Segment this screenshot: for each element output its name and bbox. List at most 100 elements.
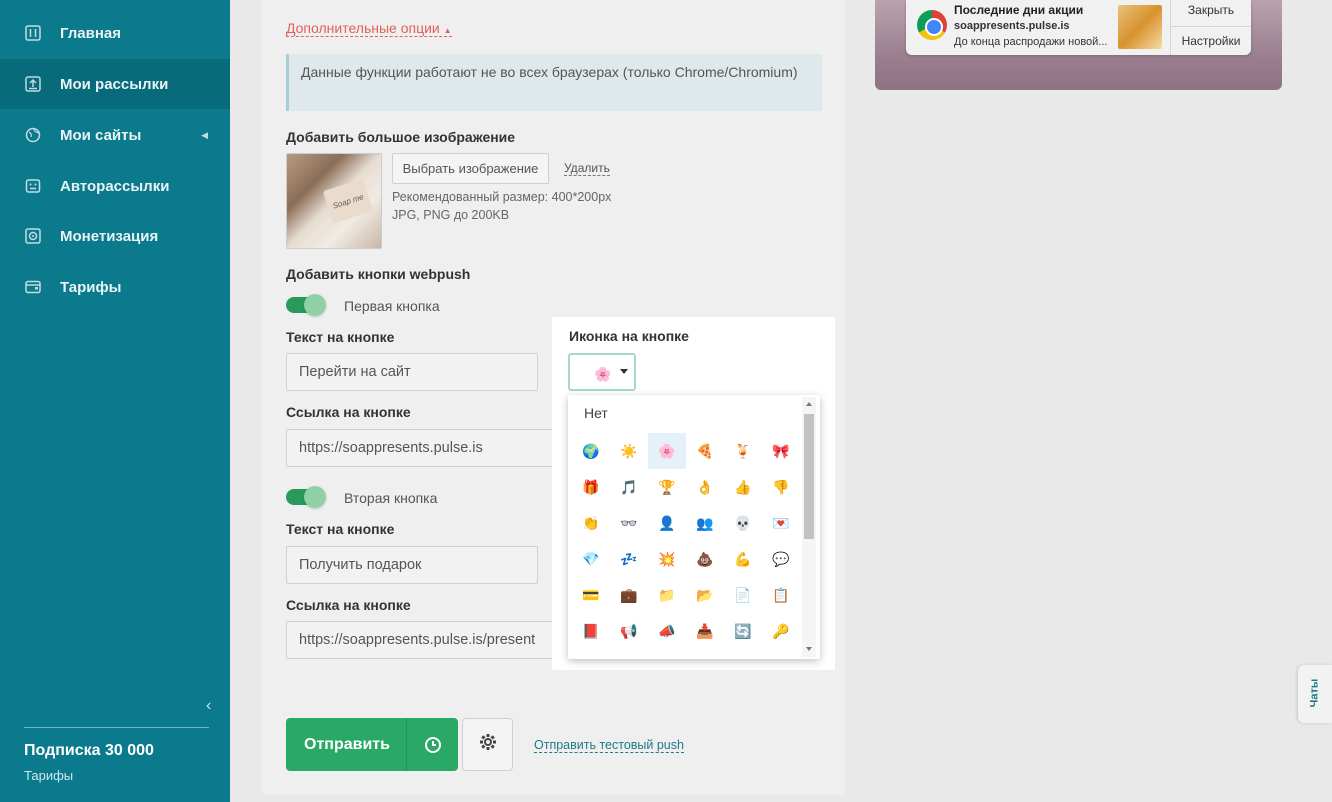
- emoji-option[interactable]: 💌: [762, 505, 800, 541]
- sidebar: Главная Мои рассылки Мои сайты ◀ Авторас…: [0, 0, 230, 802]
- notification-close-button[interactable]: Закрыть: [1172, 3, 1250, 17]
- second-button-text-input[interactable]: Получить подарок: [286, 546, 538, 584]
- wallet-icon: [24, 278, 42, 296]
- globe-icon: [24, 126, 42, 144]
- sidebar-item-tariffs[interactable]: Тарифы: [0, 262, 230, 312]
- emoji-option[interactable]: 🔑: [762, 613, 800, 649]
- first-button-text-input[interactable]: Перейти на сайт: [286, 353, 538, 391]
- send-button[interactable]: Отправить: [286, 718, 458, 771]
- emoji-option[interactable]: 💼: [610, 577, 648, 613]
- chats-label: Чаты: [1308, 678, 1321, 708]
- emoji-option[interactable]: 🍹: [724, 433, 762, 469]
- emoji-option[interactable]: 👎: [762, 469, 800, 505]
- emoji-option[interactable]: 📥: [686, 613, 724, 649]
- notification-title: Последние дни акции: [954, 3, 1084, 17]
- second-button-toggle[interactable]: [286, 486, 326, 508]
- emoji-option[interactable]: 🎀: [762, 433, 800, 469]
- notification-body: До конца распродажи новой...: [954, 36, 1108, 48]
- icon-option-none[interactable]: Нет: [584, 405, 608, 421]
- emoji-option[interactable]: 💬: [762, 541, 800, 577]
- notification-divider: [1170, 0, 1171, 55]
- scroll-up-icon[interactable]: [806, 402, 812, 406]
- notification-site: soappresents.pulse.is: [954, 20, 1070, 32]
- dropdown-scrollbar[interactable]: [802, 397, 816, 657]
- icon-picker-label: Иконка на кнопке: [569, 328, 689, 344]
- emoji-option[interactable]: 💀: [724, 505, 762, 541]
- choose-image-button[interactable]: Выбрать изображение: [392, 153, 549, 184]
- send-test-push-link[interactable]: Отправить тестовый push: [534, 738, 684, 753]
- scrollbar-thumb[interactable]: [804, 414, 814, 539]
- scroll-down-icon[interactable]: [806, 647, 812, 651]
- second-button-link-label: Ссылка на кнопке: [286, 597, 411, 613]
- sidebar-item-label: Авторассылки: [60, 177, 170, 195]
- sidebar-item-monetization[interactable]: Монетизация: [0, 211, 230, 261]
- emoji-option[interactable]: 🌸: [648, 433, 686, 469]
- emoji-option[interactable]: 🏆: [648, 469, 686, 505]
- first-button-text-label: Текст на кнопке: [286, 329, 395, 345]
- emoji-option[interactable]: 🍕: [686, 433, 724, 469]
- browser-notice: Данные функции работают не во всех брауз…: [286, 54, 822, 111]
- emoji-option[interactable]: 👓: [610, 505, 648, 541]
- emoji-option[interactable]: ☀️: [610, 433, 648, 469]
- emoji-option[interactable]: 🎁: [572, 469, 610, 505]
- sidebar-divider: [24, 727, 209, 728]
- emoji-option[interactable]: 👍: [724, 469, 762, 505]
- emoji-option[interactable]: 💪: [724, 541, 762, 577]
- delete-image-link[interactable]: Удалить: [564, 161, 610, 176]
- big-image-label: Добавить большое изображение: [286, 129, 516, 145]
- first-button-toggle[interactable]: [286, 294, 326, 316]
- emoji-option[interactable]: 🌍: [572, 433, 610, 469]
- first-button-label: Первая кнопка: [344, 298, 440, 314]
- sidebar-item-label: Главная: [60, 24, 122, 42]
- webpush-buttons-label: Добавить кнопки webpush: [286, 266, 471, 282]
- emoji-option[interactable]: 👥: [686, 505, 724, 541]
- settings-button[interactable]: [462, 718, 513, 771]
- emoji-option[interactable]: 💳: [572, 577, 610, 613]
- clock-icon[interactable]: [407, 736, 458, 754]
- sidebar-item-my-mailings[interactable]: Мои рассылки: [0, 59, 230, 109]
- image-size-hint: Рекомендованный размер: 400*200px: [392, 190, 612, 204]
- selected-icon: 🌸: [594, 366, 612, 382]
- caret-up-icon: ▲: [443, 26, 452, 35]
- emoji-option[interactable]: 🎵: [610, 469, 648, 505]
- image-thumbnail: Soap me: [286, 153, 382, 249]
- icon-select[interactable]: 🌸: [568, 353, 636, 391]
- extra-options-toggle[interactable]: Дополнительные опции ▲: [286, 20, 452, 37]
- collapse-sidebar-icon[interactable]: ‹: [206, 697, 211, 715]
- notification-divider: [1170, 26, 1251, 27]
- subscription-title: Подписка 30 000: [24, 742, 154, 759]
- first-button-link-input[interactable]: https://soappresents.pulse.is: [286, 429, 586, 467]
- emoji-option[interactable]: 🔄: [724, 613, 762, 649]
- emoji-option[interactable]: 📁: [648, 577, 686, 613]
- emoji-option[interactable]: 💥: [648, 541, 686, 577]
- emoji-option[interactable]: 📄: [724, 577, 762, 613]
- sidebar-item-my-sites[interactable]: Мои сайты ◀: [0, 110, 230, 160]
- emoji-option[interactable]: 📢: [610, 613, 648, 649]
- emoji-option[interactable]: 📕: [572, 613, 610, 649]
- second-button-link-input[interactable]: https://soappresents.pulse.is/present: [286, 621, 586, 659]
- emoji-option[interactable]: 👌: [686, 469, 724, 505]
- chats-tab[interactable]: Чаты: [1298, 665, 1332, 723]
- sidebar-item-automailings[interactable]: Авторассылки: [0, 161, 230, 211]
- notification-settings-button[interactable]: Настройки: [1172, 34, 1250, 48]
- image-format-hint: JPG, PNG до 200KB: [392, 208, 510, 222]
- emoji-option[interactable]: 👏: [572, 505, 610, 541]
- subscription-tariffs-link[interactable]: Тарифы: [24, 768, 73, 783]
- emoji-option[interactable]: 📂: [686, 577, 724, 613]
- sidebar-item-home[interactable]: Главная: [0, 8, 230, 58]
- thumbnail-tag-text: Soap me: [322, 178, 374, 224]
- emoji-option[interactable]: 📋: [762, 577, 800, 613]
- target-icon: [24, 227, 42, 245]
- robot-icon: [24, 177, 42, 195]
- emoji-option[interactable]: 💩: [686, 541, 724, 577]
- first-button-link-label: Ссылка на кнопке: [286, 404, 411, 420]
- emoji-option[interactable]: 👤: [648, 505, 686, 541]
- emoji-option[interactable]: 📣: [648, 613, 686, 649]
- emoji-option[interactable]: 💤: [610, 541, 648, 577]
- caret-left-icon: ◀: [201, 129, 208, 140]
- caret-down-icon: [620, 369, 628, 374]
- sidebar-item-label: Монетизация: [60, 227, 159, 245]
- sidebar-item-label: Тарифы: [60, 278, 122, 296]
- emoji-option[interactable]: 💎: [572, 541, 610, 577]
- sidebar-item-label: Мои рассылки: [60, 75, 169, 93]
